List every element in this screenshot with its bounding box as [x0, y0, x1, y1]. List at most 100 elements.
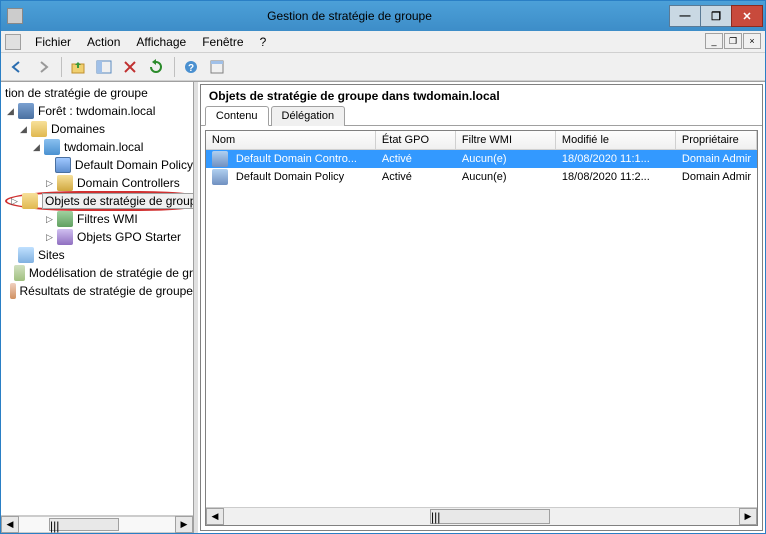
export-list-button[interactable] [118, 55, 142, 79]
toolbar-separator [174, 57, 175, 77]
scroll-track[interactable]: ||| [19, 516, 175, 533]
expand-icon[interactable]: ▷ [44, 214, 55, 225]
list-row[interactable]: Default Domain Policy Activé Aucun(e) 18… [206, 168, 757, 186]
collapse-icon[interactable]: ◢ [5, 106, 16, 117]
main-content: tion de stratégie de groupe ◢ Forêt : tw… [1, 81, 765, 533]
refresh-icon [148, 59, 164, 75]
default-policy-label: Default Domain Policy [75, 158, 193, 172]
modeling-label: Modélisation de stratégie de gr [29, 266, 193, 280]
menu-view[interactable]: Affichage [128, 33, 194, 51]
expand-icon[interactable]: ▷ [44, 232, 55, 243]
wmi-label: Filtres WMI [77, 212, 138, 226]
tree-sites[interactable]: Sites [1, 246, 193, 264]
folder-icon [31, 121, 47, 137]
show-hide-tree-button[interactable] [92, 55, 116, 79]
mdi-close[interactable]: × [743, 33, 761, 49]
gpo-folder-icon [22, 193, 38, 209]
tree-gpo-objects[interactable]: ▷ Objets de stratégie de groupe [1, 192, 193, 210]
collapse-icon[interactable]: ◢ [31, 142, 42, 153]
menu-help[interactable]: ? [252, 33, 275, 51]
minimize-button[interactable]: — [669, 5, 701, 27]
listview-body: Default Domain Contro... Activé Aucun(e)… [206, 150, 757, 507]
tree-domains[interactable]: ◢ Domaines [1, 120, 193, 138]
svg-text:?: ? [188, 63, 194, 74]
mdi-restore[interactable]: ❐ [724, 33, 742, 49]
results-icon [10, 283, 16, 299]
forward-button[interactable] [31, 55, 55, 79]
toolbar-separator [61, 57, 62, 77]
col-owner[interactable]: Propriétaire [676, 131, 757, 149]
folder-up-icon [70, 59, 86, 75]
help-icon: ? [183, 59, 199, 75]
menu-file[interactable]: Fichier [27, 33, 79, 51]
refresh-button[interactable] [144, 55, 168, 79]
domain-icon [44, 139, 60, 155]
scroll-right-button[interactable]: ▶ [175, 516, 193, 533]
list-h-scrollbar[interactable]: ◀ ||| ▶ [206, 507, 757, 525]
col-modified[interactable]: Modifié le [556, 131, 676, 149]
gpo-listview[interactable]: Nom État GPO Filtre WMI Modifié le Propr… [205, 130, 758, 526]
domain-label: twdomain.local [64, 140, 143, 154]
scroll-thumb[interactable]: ||| [49, 518, 119, 531]
maximize-button[interactable]: ❐ [700, 5, 732, 27]
col-wmi-filter[interactable]: Filtre WMI [456, 131, 556, 149]
cell-modified: 18/08/2020 11:1... [556, 153, 676, 165]
scroll-thumb[interactable]: ||| [430, 509, 550, 524]
close-button[interactable]: ✕ [731, 5, 763, 27]
tab-content[interactable]: Contenu [205, 106, 269, 126]
splitter[interactable] [194, 82, 198, 533]
starter-gpo-icon [57, 229, 73, 245]
collapse-icon[interactable]: ◢ [18, 124, 29, 135]
tree-domain-controllers[interactable]: ▷ Domain Controllers [1, 174, 193, 192]
arrow-left-icon [9, 59, 25, 75]
help-button[interactable]: ? [179, 55, 203, 79]
scroll-left-button[interactable]: ◀ [206, 508, 224, 525]
tree-wmi-filters[interactable]: ▷ Filtres WMI [1, 210, 193, 228]
cell-name: Default Domain Policy [206, 169, 376, 185]
properties-button[interactable] [205, 55, 229, 79]
cell-wmi: Aucun(e) [456, 153, 556, 165]
list-row[interactable]: Default Domain Contro... Activé Aucun(e)… [206, 150, 757, 168]
expand-icon[interactable]: ▷ [44, 178, 55, 189]
gpo-icon [212, 169, 228, 185]
cell-state: Activé [376, 153, 456, 165]
scroll-left-button[interactable]: ◀ [1, 516, 19, 533]
tab-delegation[interactable]: Délégation [271, 106, 346, 126]
details-heading: Objets de stratégie de groupe dans twdom… [201, 85, 762, 105]
results-label: Résultats de stratégie de groupe [20, 284, 193, 298]
tree-h-scrollbar[interactable]: ◀ ||| ▶ [1, 515, 193, 533]
tree-default-policy[interactable]: Default Domain Policy [1, 156, 193, 174]
forest-icon [18, 103, 34, 119]
arrow-right-icon [35, 59, 51, 75]
col-name[interactable]: Nom [206, 131, 376, 149]
tree-pane-icon [96, 59, 112, 75]
cell-modified: 18/08/2020 11:2... [556, 171, 676, 183]
scroll-right-button[interactable]: ▶ [739, 508, 757, 525]
modeling-icon [14, 265, 25, 281]
details-panel: Objets de stratégie de groupe dans twdom… [200, 84, 763, 531]
col-gpo-state[interactable]: État GPO [376, 131, 456, 149]
tree-results[interactable]: Résultats de stratégie de groupe [1, 282, 193, 300]
console-tree[interactable]: tion de stratégie de groupe ◢ Forêt : tw… [1, 82, 193, 515]
cell-name-text: Default Domain Policy [236, 171, 344, 183]
tree-starter-gpo[interactable]: ▷ Objets GPO Starter [1, 228, 193, 246]
tab-strip: Contenu Délégation [201, 105, 762, 126]
app-icon [7, 8, 23, 24]
tree-forest[interactable]: ◢ Forêt : twdomain.local [1, 102, 193, 120]
mdi-minimize[interactable]: _ [705, 33, 723, 49]
tree-modeling[interactable]: Modélisation de stratégie de gr [1, 264, 193, 282]
tree-root[interactable]: tion de stratégie de groupe [1, 84, 193, 102]
back-button[interactable] [5, 55, 29, 79]
forest-label: Forêt : twdomain.local [38, 104, 155, 118]
delete-icon [122, 59, 138, 75]
cell-name: Default Domain Contro... [206, 151, 376, 167]
scroll-track[interactable]: ||| [224, 508, 739, 525]
tree-domain[interactable]: ◢ twdomain.local [1, 138, 193, 156]
toolbar: ? [1, 53, 765, 81]
menu-action[interactable]: Action [79, 33, 128, 51]
menu-bar: Fichier Action Affichage Fenêtre ? _ ❐ × [1, 31, 765, 53]
up-folder-button[interactable] [66, 55, 90, 79]
expand-icon[interactable]: ▷ [9, 196, 20, 207]
mmc-icon [5, 34, 21, 50]
menu-window[interactable]: Fenêtre [194, 33, 251, 51]
